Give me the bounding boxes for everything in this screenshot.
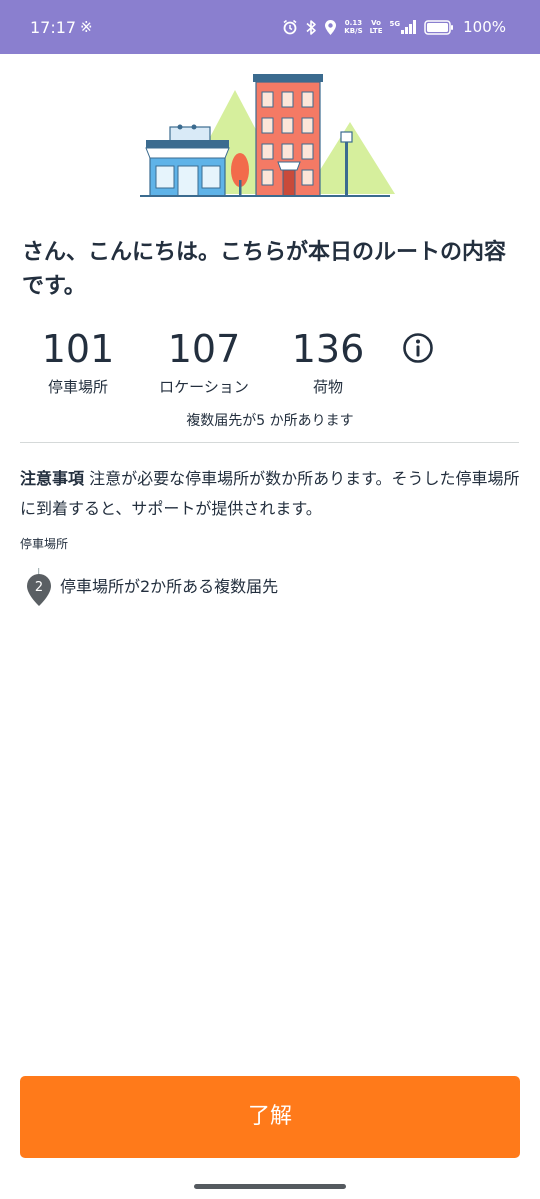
multi-destination-note: 複数届先が5 か所あります [186,413,354,429]
location-icon [325,19,337,35]
signal-icon [401,20,417,34]
greeting-heading: さん、こんにちは。こちらが本日のルートの内容です。 [22,240,507,299]
locations-count: 107 [167,327,241,371]
bluetooth-icon [306,19,317,35]
stops-count: 101 [41,327,115,371]
stops-label: 停車場所 [47,378,108,396]
stat-stops: 101 停車場所 [38,324,118,398]
stat-packages: 136 荷物 [286,324,370,398]
packages-count: 136 [291,327,365,371]
packages-label: 荷物 [312,378,343,396]
town-illustration [140,74,395,197]
battery-percent: 100% [463,18,506,36]
map-pin-icon: 2 [27,568,51,606]
list-item[interactable]: 2 停車場所が2か所ある複数届先 [24,568,504,608]
alarm-icon [283,19,297,35]
signal-label: 5G [389,20,401,28]
status-extra-symbol: ※ [80,18,93,36]
network-speed-value: 0.13 [344,19,363,27]
notice-body: 注意が必要な停車場所が数か所あります。そうした停車場所に到着すると、サポートが提… [20,469,520,518]
home-indicator[interactable] [194,1184,346,1189]
locations-label: ロケーション [159,378,249,396]
notice-section: 注意事項 注意が必要な停車場所が数か所あります。そうした停車場所に到着すると、サ… [20,464,520,524]
pin-number: 2 [35,580,43,595]
network-speed-unit: KB/S [344,27,363,35]
stop-item-label: 停車場所が2か所ある複数届先 [60,577,279,596]
status-icons: 0.13 KB/S Vo LTE 5G 100% [282,16,506,38]
stat-locations: 107 ロケーション [150,324,258,398]
volte-indicator: Vo LTE [370,19,383,35]
stop-section-header: 停車場所 [20,537,69,551]
notice-title: 注意事項 [20,469,85,488]
volte-top: Vo [371,19,381,27]
battery-icon [424,19,454,35]
acknowledge-button[interactable]: 了解 [20,1076,520,1158]
status-bar: 17:17 ※ 0.13 KB/S Vo LTE 5G 100% [0,0,540,54]
info-icon[interactable] [402,332,434,364]
apartment-building [253,74,323,197]
status-time: 17:17 [30,18,77,37]
signal-indicator: 5G [389,20,417,34]
volte-bottom: LTE [369,27,383,35]
divider [20,442,519,443]
network-speed: 0.13 KB/S [344,19,362,35]
